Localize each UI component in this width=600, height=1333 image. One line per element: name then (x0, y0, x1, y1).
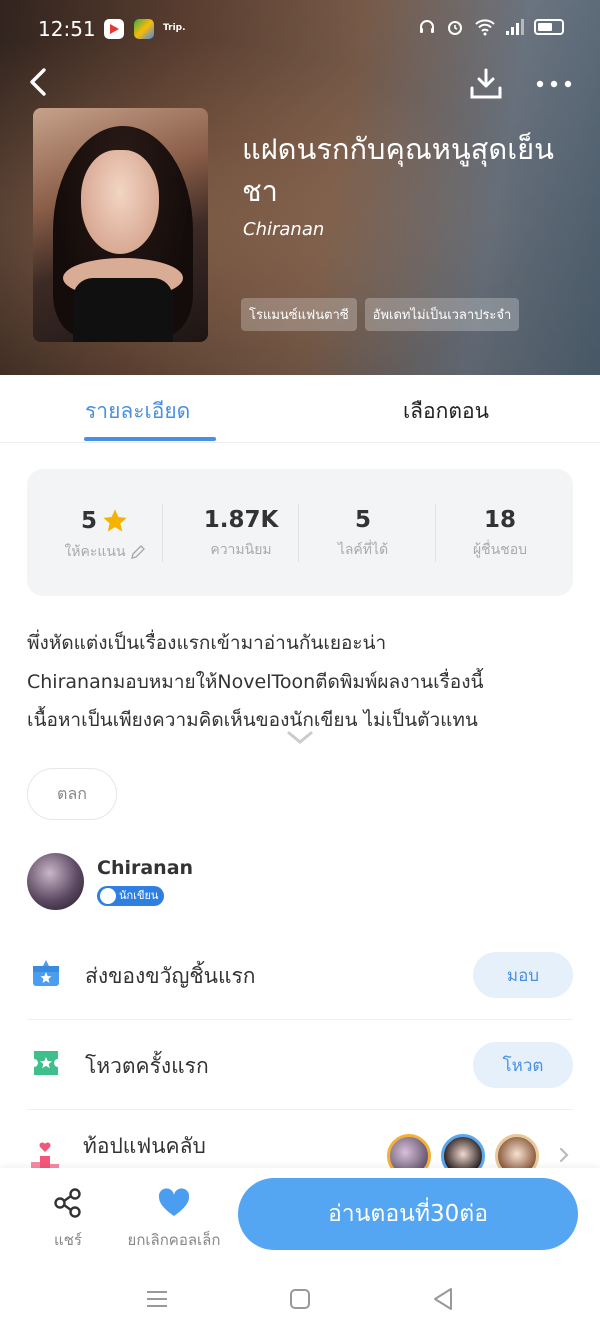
share-icon (54, 1188, 81, 1218)
unfavorite-label: ยกเลิกคอลเล็ก (127, 1231, 221, 1249)
writer-badge-icon (100, 888, 116, 904)
stat-rating[interactable]: 5 ให้คะแนน (37, 507, 173, 563)
home-icon[interactable] (287, 1286, 313, 1312)
book-description[interactable]: พึ่งหัดแต่งเป็นเรื่องแรกเข้ามาอ่านกันเยอ… (27, 624, 575, 740)
tab-bar: รายละเอียด เลือกตอน (0, 375, 600, 443)
back-arrow-icon[interactable] (24, 64, 60, 100)
youtube-icon (104, 19, 124, 39)
trip-app-label: Trip. (163, 23, 186, 33)
rating-label: ให้คะแนน (64, 544, 126, 560)
gift-icon (33, 960, 59, 986)
book-tags: โรแมนซ์แฟนตาซี อัพเดทไม่เป็นเวลาประจำ (241, 298, 520, 331)
active-tab-indicator (84, 437, 216, 441)
status-time: 12:51 (38, 17, 96, 41)
stats-panel: 5 ให้คะแนน 1.87K ความนิยม 5 ไลค์ที่ได้ 1… (27, 469, 573, 596)
book-title: แฝดนรกกับคุณหนูสุดเย็นชา (242, 132, 554, 208)
tag-update-schedule: อัพเดทไม่เป็นเวลาประจำ (364, 298, 520, 331)
genre-chip[interactable]: ตลก (27, 768, 117, 820)
stat-fans: 18 ผู้ชื่นชอบ (432, 507, 568, 561)
tab-detail[interactable]: รายละเอียด (85, 395, 190, 428)
share-label: แชร์ (54, 1231, 82, 1249)
popularity-label: ความนิยม (210, 542, 272, 558)
author-name[interactable]: Chiranan (97, 857, 193, 879)
author-badge-label: นักเขียน (119, 889, 159, 902)
unfavorite-button[interactable]: ยกเลิกคอลเล็ก (118, 1186, 230, 1252)
alarm-icon (448, 21, 462, 35)
book-header: 12:51 Trip. แฝดนรกกับคุณหนูสุดเย็นชา Chi… (0, 0, 600, 375)
divider (162, 504, 163, 562)
headset-icon (420, 20, 434, 33)
vote-button[interactable]: โหวต (473, 1042, 573, 1088)
status-icons (418, 18, 564, 36)
play-store-icon (134, 19, 154, 39)
tag-genre[interactable]: โรแมนซ์แฟนตาซี (241, 298, 357, 331)
give-gift-button[interactable]: มอบ (473, 952, 573, 998)
vote-ticket-icon (34, 1051, 58, 1075)
chevron-right-icon (559, 1147, 569, 1163)
popularity-value: 1.87K (203, 507, 279, 533)
bottom-action-bar: แชร์ ยกเลิกคอลเล็ก อ่านตอนที่30ต่อ (0, 1168, 600, 1268)
download-icon[interactable] (468, 66, 504, 102)
rating-value: 5 (80, 508, 97, 534)
recent-apps-icon[interactable] (144, 1286, 170, 1312)
likes-label: ไลค์ที่ได้ (337, 542, 389, 558)
wifi-icon (475, 19, 495, 36)
status-bar: 12:51 Trip. (0, 0, 600, 60)
star-icon (103, 509, 127, 532)
system-nav-bar (0, 1268, 600, 1333)
edit-pencil-icon (130, 545, 145, 559)
vote-row: โหวตครั้งแรก โหวต (27, 1020, 573, 1110)
likes-value: 5 (354, 507, 371, 533)
stat-popularity: 1.87K ความนิยม (173, 507, 309, 561)
heart-icon (158, 1188, 190, 1216)
fans-label: ผู้ชื่นชอบ (472, 542, 528, 558)
gift-row: ส่งของขวัญชิ้นแรก มอบ (27, 930, 573, 1020)
description-line: Chirananมอบหมายให้NovelToonตีดพิมพ์ผลงาน… (27, 670, 484, 693)
tab-episodes[interactable]: เลือกตอน (403, 395, 489, 428)
continue-reading-button[interactable]: อ่านตอนที่30ต่อ (238, 1178, 578, 1250)
system-back-icon[interactable] (430, 1286, 456, 1312)
book-author[interactable]: Chiranan (243, 219, 324, 240)
fanclub-label: ท้อปแฟนคลับ (83, 1134, 206, 1158)
vote-label: โหวตครั้งแรก (85, 1054, 209, 1078)
avatar[interactable] (27, 853, 84, 910)
expand-chevron-icon[interactable] (286, 728, 314, 748)
signal-icon (506, 19, 524, 35)
more-options-icon[interactable] (534, 72, 574, 96)
share-button[interactable]: แชร์ (38, 1186, 98, 1252)
stat-likes: 5 ไลค์ที่ได้ (295, 507, 431, 561)
description-line: พึ่งหัดแต่งเป็นเรื่องแรกเข้ามาอ่านกันเยอ… (27, 632, 387, 654)
battery-icon (534, 19, 564, 35)
author-badge: นักเขียน (97, 886, 165, 906)
fans-value: 18 (483, 507, 516, 533)
book-cover[interactable] (33, 108, 208, 342)
gift-label: ส่งของขวัญชิ้นแรก (85, 964, 256, 988)
